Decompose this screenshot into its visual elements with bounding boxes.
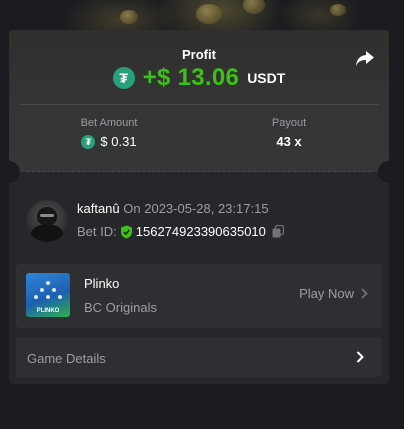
game-name: Plinko	[84, 276, 120, 291]
ticket-notch-left	[0, 161, 20, 183]
thumb-peg	[34, 295, 38, 299]
copy-icon[interactable]	[272, 225, 284, 238]
thumb-peg	[52, 288, 56, 292]
bet-id-value: 156274923390635010	[135, 224, 266, 239]
profit-amount: +$ 13.06	[142, 64, 240, 91]
ticket-notch-right	[378, 161, 400, 183]
thumb-peg	[46, 281, 50, 285]
bet-id-line: Bet ID: 156274923390635010	[77, 224, 284, 239]
bet-detail-card: Profit ₮ +$ 13.06 USDT Bet Amount ₮ $ 0.…	[0, 30, 400, 384]
profit-title: Profit	[182, 47, 216, 62]
bet-id-label: Bet ID:	[77, 224, 117, 239]
play-now-label: Play Now	[299, 286, 354, 301]
game-card[interactable]: PLINKO Plinko BC Originals Play Now	[16, 264, 382, 328]
share-icon[interactable]	[355, 50, 375, 68]
thumb-peg	[46, 295, 50, 299]
payout-value: 43 x	[276, 134, 302, 149]
profit-panel: Profit ₮ +$ 13.06 USDT Bet Amount ₮ $ 0.…	[9, 30, 389, 172]
bet-date: On 2023-05-28, 23:17:15	[123, 201, 269, 216]
bet-user-row: kaftanû On 2023-05-28, 23:17:15 Bet ID: …	[26, 196, 376, 244]
bet-amount-stat: Bet Amount ₮ $ 0.31	[19, 117, 199, 149]
user-line: kaftanû On 2023-05-28, 23:17:15	[77, 201, 269, 216]
avatar[interactable]	[26, 200, 68, 242]
bet-amount-label: Bet Amount	[80, 117, 138, 129]
chevron-right-icon	[361, 288, 368, 299]
game-details-label: Game Details	[27, 351, 106, 366]
payout-label: Payout	[271, 117, 307, 129]
username[interactable]: kaftanû	[77, 201, 120, 216]
avatar-body	[31, 224, 63, 242]
chevron-right-icon	[356, 351, 364, 363]
coin-decoration	[120, 10, 138, 24]
game-provider: BC Originals	[84, 300, 157, 315]
usdt-icon: ₮	[81, 134, 96, 149]
coin-decoration	[243, 0, 265, 14]
thumb-label: PLINKO	[36, 308, 60, 314]
profit-currency: USDT	[247, 70, 286, 86]
verified-shield-icon	[120, 225, 132, 238]
avatar-eyes	[40, 214, 54, 217]
bet-amount-value: $ 0.31	[100, 134, 137, 149]
ticket-perforation	[27, 171, 371, 172]
payout-stat: Payout 43 x	[199, 117, 379, 149]
divider	[19, 104, 379, 105]
payout-value-row: 43 x	[199, 134, 379, 149]
bet-amount-value-row: ₮ $ 0.31	[19, 134, 199, 149]
thumb-peg	[58, 295, 62, 299]
game-thumbnail: PLINKO	[26, 273, 70, 317]
usdt-icon: ₮	[112, 67, 135, 89]
profit-row: ₮ +$ 13.06 USDT	[9, 64, 389, 92]
thumb-peg	[40, 288, 44, 292]
game-details-row[interactable]: Game Details	[16, 337, 382, 377]
coin-decoration	[330, 4, 346, 16]
coin-decoration	[196, 4, 222, 24]
play-now-button[interactable]: Play Now	[299, 286, 368, 301]
